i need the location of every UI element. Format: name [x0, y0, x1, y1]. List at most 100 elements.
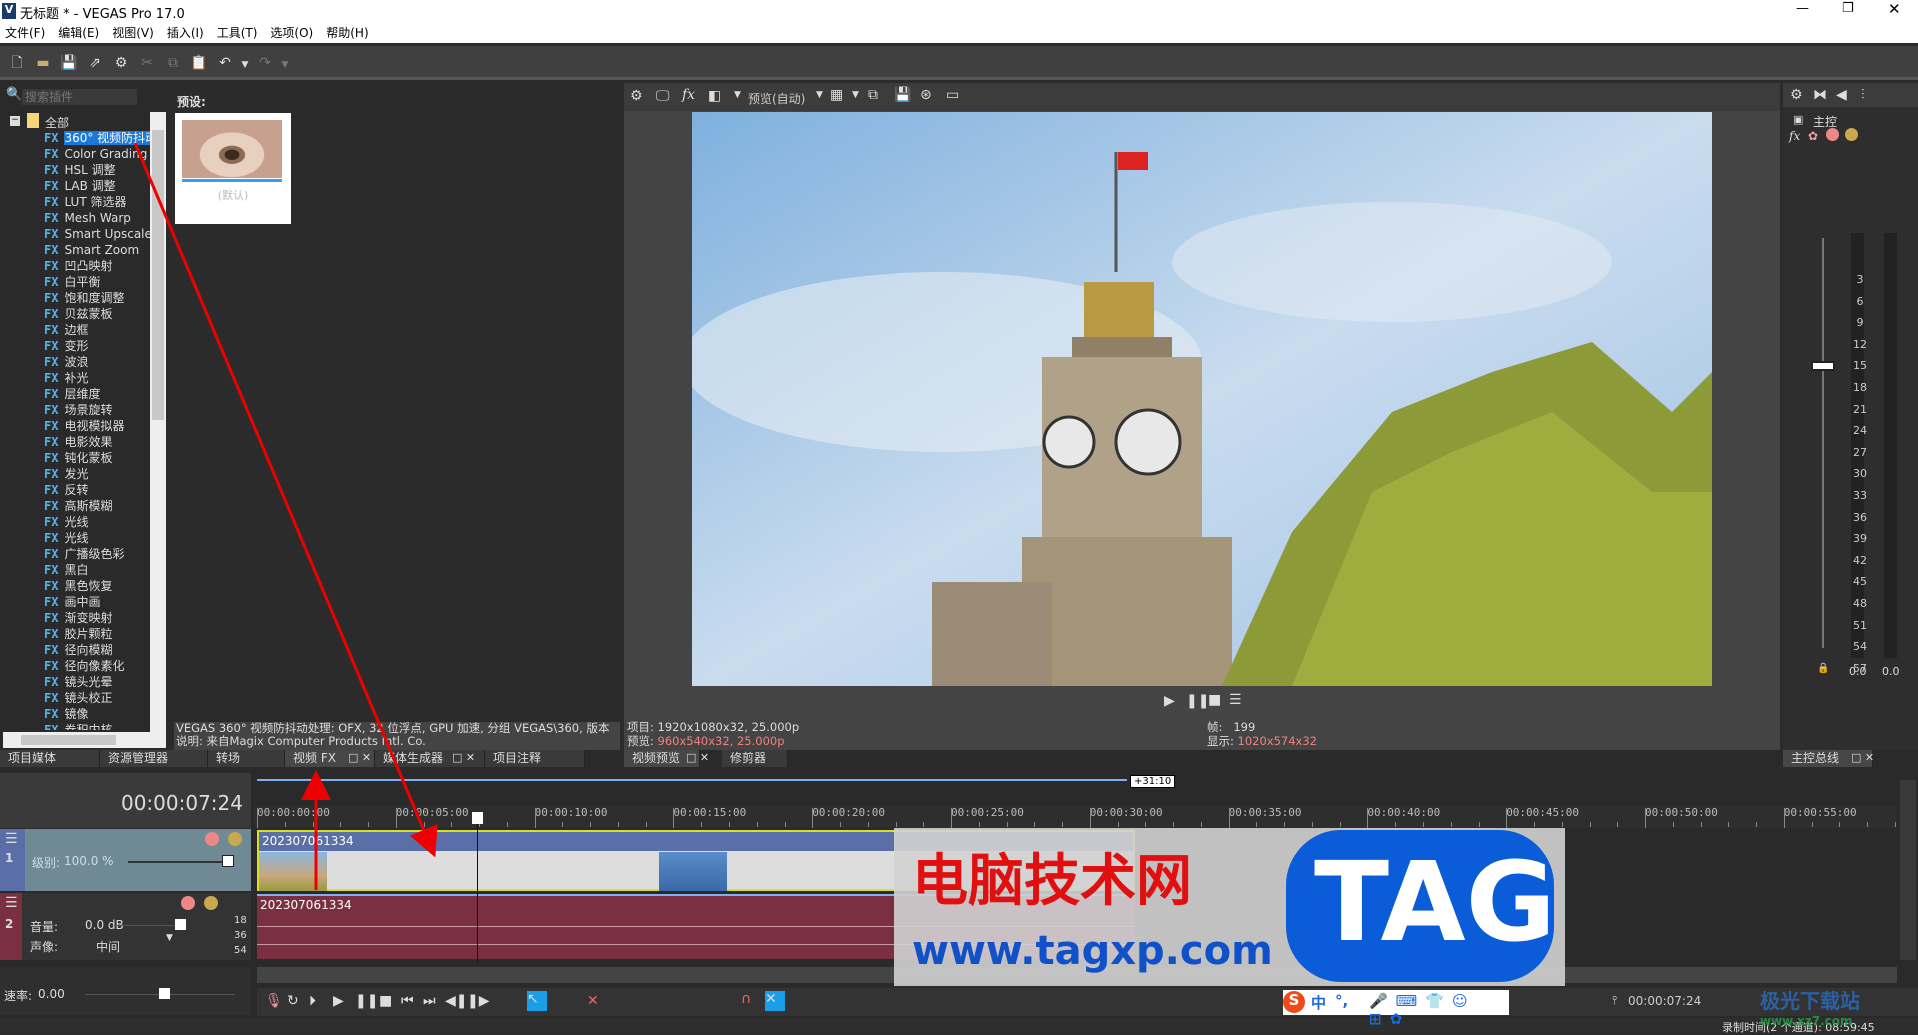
normal-edit-tool-icon[interactable]: ↖	[527, 991, 547, 1011]
plugin-item[interactable]: FX 镜像	[44, 706, 88, 722]
tree-vertical-scrollbar[interactable]	[150, 112, 166, 732]
previous-frame-icon[interactable]: ◀❚	[445, 993, 468, 1009]
menu-file[interactable]: 文件(F)	[5, 26, 45, 40]
tab-transitions[interactable]: 转场	[208, 750, 285, 767]
save-icon[interactable]: 💾	[58, 52, 80, 74]
plugin-item[interactable]: FX 边框	[44, 322, 88, 338]
plugin-item[interactable]: FX LUT 筛选器	[44, 194, 126, 210]
undo-icon[interactable]: ↶	[214, 52, 236, 74]
volume-slider-handle[interactable]	[175, 919, 186, 930]
ime-logo-icon[interactable]: S	[1283, 991, 1305, 1013]
copy-icon[interactable]: ⧉	[162, 52, 184, 74]
pause-icon[interactable]: ❚❚	[355, 993, 378, 1009]
master-fx-icon[interactable]: fx	[1789, 129, 1800, 143]
preview-menu-icon[interactable]: ☰	[1229, 692, 1242, 708]
tab-video-preview-close-icon[interactable]: □ ✕	[686, 751, 709, 764]
master-fader-handle[interactable]	[1811, 361, 1835, 371]
play-from-start-icon[interactable]: ⏵	[309, 993, 316, 1009]
go-to-start-icon[interactable]: ⏮	[401, 993, 414, 1009]
preset-default[interactable]: (默认)	[175, 113, 291, 224]
next-frame-icon[interactable]: ❚▶	[467, 993, 490, 1009]
preview-settings-icon[interactable]: ⚙	[630, 88, 643, 104]
audio-track-menu-icon[interactable]: ☰	[5, 895, 18, 911]
mixer-icon[interactable]: ⫶	[1861, 87, 1865, 103]
plugin-item[interactable]: FX Mesh Warp	[44, 210, 131, 226]
tab-explorer[interactable]: 资源管理器	[100, 750, 208, 767]
track-menu-icon[interactable]: ☰	[5, 831, 18, 847]
plugin-item[interactable]: FX 径向模糊	[44, 642, 112, 658]
ime-punctuation[interactable]: °,	[1335, 992, 1348, 1010]
360-icon[interactable]: ⊛	[920, 87, 932, 103]
dim-output-icon[interactable]: ◀	[1836, 87, 1847, 103]
plugin-item[interactable]: FX 钝化蒙板	[44, 450, 112, 466]
tab-project-media[interactable]: 项目媒体	[0, 750, 100, 767]
plugin-item[interactable]: FX 光线	[44, 530, 88, 546]
plugin-item[interactable]: FX 反转	[44, 482, 88, 498]
video-solo-icon[interactable]	[228, 832, 242, 846]
timeline-vertical-scrollbar[interactable]	[1900, 780, 1916, 960]
plugin-item[interactable]: FX Color Grading	[44, 146, 147, 162]
stop-icon[interactable]: ■	[379, 993, 392, 1009]
settings-icon[interactable]: ⚙	[110, 52, 132, 74]
plugin-item[interactable]: FX 电视模拟器	[44, 418, 124, 434]
plugin-item[interactable]: FX 卷积内核	[44, 722, 112, 730]
preview-quality-dropdown[interactable]: 预览(自动)	[748, 90, 805, 107]
lock-icon[interactable]: 🔒	[1817, 663, 1829, 674]
maximize-button[interactable]: ❐	[1842, 1, 1854, 16]
play-icon[interactable]: ▶	[333, 993, 344, 1009]
cut-icon[interactable]: ✂	[136, 52, 158, 74]
timeline-ruler[interactable]: 00:00:00:00 00:00:05:00 00:00:10:00 00:00:1…	[254, 806, 1896, 828]
plugin-item[interactable]: FX 360° 视频防抖动	[44, 130, 150, 146]
plugin-item[interactable]: FX 镜头光晕	[44, 674, 112, 690]
level-slider-handle[interactable]	[222, 855, 234, 867]
automation-icon[interactable]: ✿	[1808, 129, 1818, 143]
new-file-icon[interactable]: 🗋	[6, 52, 28, 74]
grid-dropdown-icon[interactable]: ▼	[852, 90, 859, 100]
playhead-marker[interactable]	[472, 812, 483, 824]
plugin-item[interactable]: FX 场景旋转	[44, 402, 112, 418]
tab-master-bus-close-icon[interactable]: □ ✕	[1851, 751, 1874, 764]
plugin-item[interactable]: FX HSL 调整	[44, 162, 116, 178]
plugin-item[interactable]: FX 胶片颗粒	[44, 626, 112, 642]
solo-icon[interactable]	[1845, 128, 1858, 141]
tab-trimmer[interactable]: 修剪器	[722, 750, 788, 767]
ime-tools-icon[interactable]: 🎤⌨👕☺⊞✿	[1369, 992, 1509, 1028]
plugin-item[interactable]: FX 发光	[44, 466, 88, 482]
plugin-item[interactable]: FX 渐变映射	[44, 610, 112, 626]
undo-dropdown-icon[interactable]: ▼	[240, 54, 250, 76]
plugin-item[interactable]: FX 白平衡	[44, 274, 100, 290]
master-settings-icon[interactable]: ⚙	[1790, 87, 1803, 103]
video-mute-icon[interactable]	[205, 832, 219, 846]
split-dropdown-icon[interactable]: ▼	[734, 90, 741, 100]
tree-horizontal-scrollbar[interactable]	[3, 732, 166, 748]
audio-solo-icon[interactable]	[204, 896, 218, 910]
copy-snapshot-icon[interactable]: ⧉	[868, 87, 878, 103]
rate-slider-handle[interactable]	[159, 988, 170, 999]
plugin-item[interactable]: FX 光线	[44, 514, 88, 530]
tree-root-all[interactable]: 全部	[45, 114, 69, 131]
fx-icon[interactable]: fx	[682, 87, 695, 103]
hdr-icon[interactable]: ▭	[946, 87, 959, 103]
plugin-item[interactable]: FX 高斯模糊	[44, 498, 112, 514]
plugin-item[interactable]: FX 广播级色彩	[44, 546, 124, 562]
paste-icon[interactable]: 📋	[188, 52, 210, 74]
quality-dropdown-icon[interactable]: ▼	[816, 90, 823, 100]
redo-icon[interactable]: ↷	[254, 52, 276, 74]
plugin-search-input[interactable]	[22, 89, 137, 105]
tab-project-notes[interactable]: 项目注释	[485, 750, 585, 767]
plugin-item[interactable]: FX 黑色恢复	[44, 578, 112, 594]
plugin-item[interactable]: FX 电影效果	[44, 434, 112, 450]
redo-dropdown-icon[interactable]: ▼	[280, 54, 290, 76]
go-to-end-icon[interactable]: ⏭	[423, 993, 436, 1009]
save-snapshot-icon[interactable]: 💾	[894, 87, 911, 103]
close-button[interactable]: ✕	[1888, 0, 1901, 18]
preview-play-icon[interactable]: ▶	[1164, 693, 1175, 709]
tab-media-generators-close-icon[interactable]: □ ✕	[452, 751, 475, 764]
open-folder-icon[interactable]: ▬	[32, 52, 54, 74]
menu-options[interactable]: 选项(O)	[270, 26, 313, 40]
plugin-item[interactable]: FX Smart Upscale	[44, 226, 150, 242]
plugin-item[interactable]: FX 凹凸映射	[44, 258, 112, 274]
plugin-item[interactable]: FX 镜头校正	[44, 690, 112, 706]
minimize-button[interactable]: —	[1796, 1, 1809, 16]
snapping-icon[interactable]: ∩	[741, 991, 751, 1007]
